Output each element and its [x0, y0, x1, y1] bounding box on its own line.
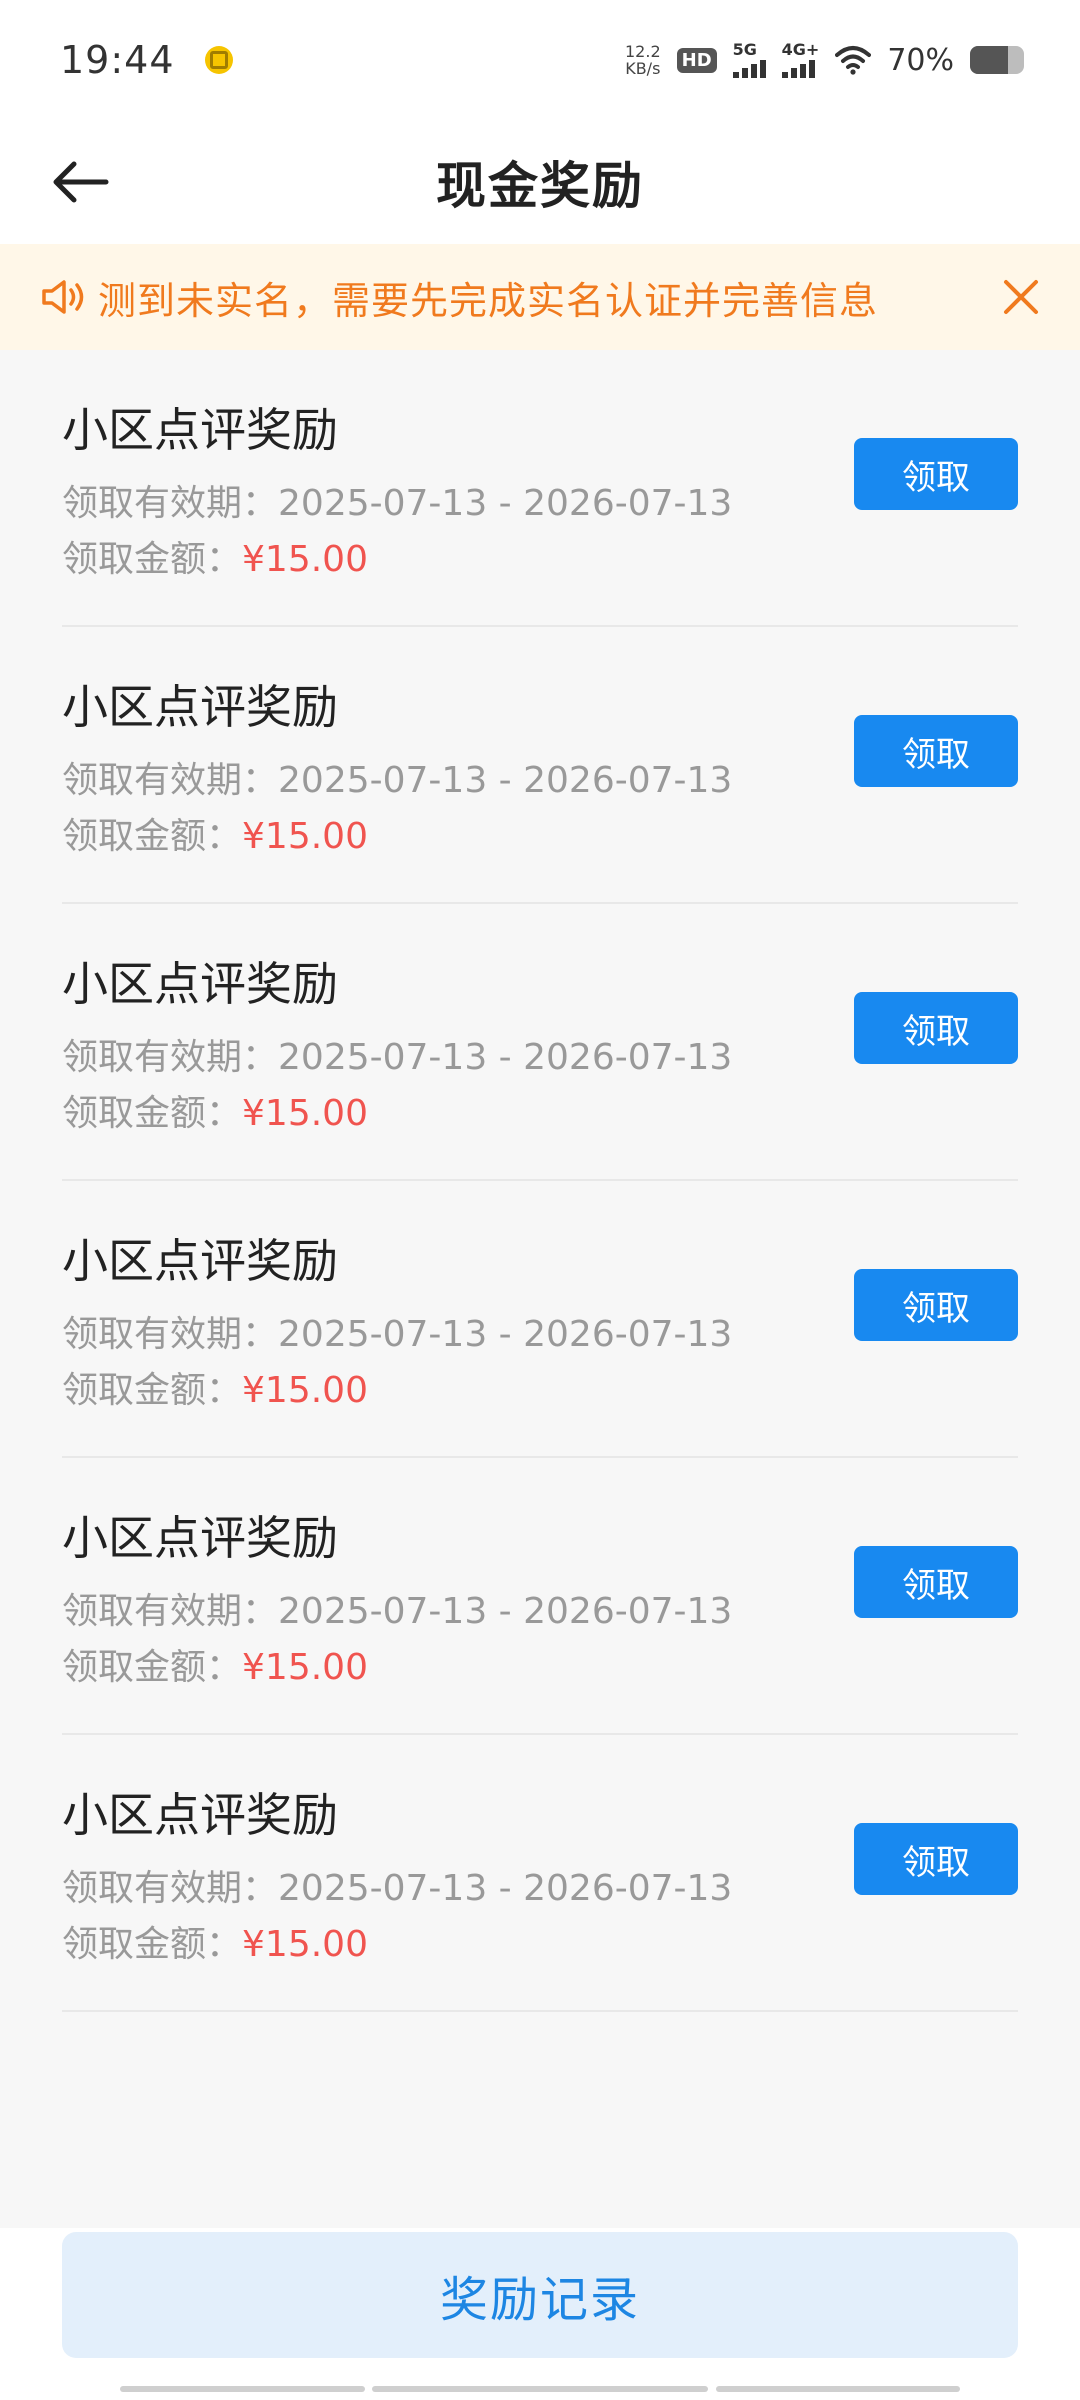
reward-period: 领取有效期：2025-07-13 - 2026-07-13	[62, 751, 732, 803]
battery-level-fill	[970, 46, 1008, 74]
claim-button[interactable]: 领取	[854, 715, 1018, 787]
reward-period-value: 2025-07-13 - 2026-07-13	[278, 1868, 733, 1909]
reward-amount-value: ¥15.00	[242, 1370, 368, 1411]
network-speed: 12.2 KB/s	[625, 43, 661, 77]
notice-close-button[interactable]	[996, 272, 1046, 322]
page-title: 现金奖励	[436, 157, 644, 215]
battery-icon	[970, 46, 1024, 74]
reward-amount-row: 领取金额：¥15.00	[62, 1361, 368, 1413]
reward-amount-label: 领取金额：	[62, 1370, 243, 1411]
reward-amount-value: ¥15.00	[242, 816, 368, 857]
reward-period-value: 2025-07-13 - 2026-07-13	[278, 1314, 733, 1355]
close-icon	[1004, 280, 1038, 314]
network-speed-unit: KB/s	[625, 59, 661, 78]
app-header: 现金奖励	[0, 120, 1080, 244]
notice-text: 测到未实名，需要先完成实名认证并完善信息	[98, 278, 879, 323]
reward-period: 领取有效期：2025-07-13 - 2026-07-13	[62, 1582, 732, 1634]
nav-hint-bar-center	[372, 2386, 708, 2392]
reward-amount-value: ¥15.00	[242, 1093, 368, 1134]
reward-item: 小区点评奖励 领取有效期：2025-07-13 - 2026-07-13 领取金…	[62, 1181, 1018, 1458]
status-time: 19:44	[60, 38, 175, 82]
reward-amount-row: 领取金额：¥15.00	[62, 530, 368, 582]
reward-title: 小区点评奖励	[62, 1788, 338, 1842]
nav-hint-bar-left	[120, 2386, 365, 2392]
claim-button[interactable]: 领取	[854, 1823, 1018, 1895]
reward-amount-row: 领取金额：¥15.00	[62, 1638, 368, 1690]
claim-button[interactable]: 领取	[854, 992, 1018, 1064]
reward-period-label: 领取有效期：	[62, 1314, 279, 1355]
back-button[interactable]	[40, 142, 120, 222]
nav-hint-bar-right	[716, 2386, 960, 2392]
status-bar: 19:44 12.2 KB/s HD 5G 4G+ 70%	[0, 0, 1080, 120]
wifi-icon	[835, 46, 872, 75]
reward-title: 小区点评奖励	[62, 403, 338, 457]
reward-amount-row: 领取金额：¥15.00	[62, 807, 368, 859]
sim2-network-label: 4G+	[781, 40, 820, 59]
reward-period-label: 领取有效期：	[62, 760, 279, 801]
reward-period: 领取有效期：2025-07-13 - 2026-07-13	[62, 1859, 732, 1911]
network-speed-value: 12.2	[625, 42, 661, 61]
reward-title: 小区点评奖励	[62, 1511, 338, 1565]
status-indicators: 12.2 KB/s HD 5G 4G+ 70%	[625, 42, 1024, 78]
reward-title: 小区点评奖励	[62, 680, 338, 734]
reward-item: 小区点评奖励 领取有效期：2025-07-13 - 2026-07-13 领取金…	[62, 350, 1018, 627]
reward-period-value: 2025-07-13 - 2026-07-13	[278, 1591, 733, 1632]
reward-amount-row: 领取金额：¥15.00	[62, 1915, 368, 1967]
reward-period-label: 领取有效期：	[62, 1591, 279, 1632]
claim-button[interactable]: 领取	[854, 1546, 1018, 1618]
speaker-icon	[42, 280, 84, 314]
verification-notice[interactable]: 测到未实名，需要先完成实名认证并完善信息	[0, 244, 1080, 350]
hd-icon: HD	[676, 47, 717, 73]
reward-period-label: 领取有效期：	[62, 483, 279, 524]
reward-amount-value: ¥15.00	[242, 539, 368, 580]
reward-amount-row: 领取金额：¥15.00	[62, 1084, 368, 1136]
arrow-left-icon	[53, 161, 109, 203]
reward-amount-value: ¥15.00	[242, 1924, 368, 1965]
reward-records-button[interactable]: 奖励记录	[62, 2232, 1018, 2358]
reward-item: 小区点评奖励 领取有效期：2025-07-13 - 2026-07-13 领取金…	[62, 904, 1018, 1181]
reward-period-value: 2025-07-13 - 2026-07-13	[278, 1037, 733, 1078]
reward-period-label: 领取有效期：	[62, 1868, 279, 1909]
sim1-signal-icon: 5G	[732, 40, 766, 78]
claim-button[interactable]: 领取	[854, 1269, 1018, 1341]
sim2-signal-icon: 4G+	[781, 40, 820, 78]
reward-list: 小区点评奖励 领取有效期：2025-07-13 - 2026-07-13 领取金…	[0, 350, 1080, 2012]
reward-title: 小区点评奖励	[62, 1234, 338, 1288]
app-notification-icon	[204, 46, 233, 74]
reward-period-value: 2025-07-13 - 2026-07-13	[278, 760, 733, 801]
reward-period-value: 2025-07-13 - 2026-07-13	[278, 483, 733, 524]
reward-amount-label: 领取金额：	[62, 539, 243, 580]
reward-period: 领取有效期：2025-07-13 - 2026-07-13	[62, 474, 732, 526]
reward-amount-label: 领取金额：	[62, 816, 243, 857]
reward-title: 小区点评奖励	[62, 957, 338, 1011]
sim1-network-label: 5G	[732, 40, 757, 59]
reward-amount-label: 领取金额：	[62, 1647, 243, 1688]
reward-item: 小区点评奖励 领取有效期：2025-07-13 - 2026-07-13 领取金…	[62, 1458, 1018, 1735]
reward-period-label: 领取有效期：	[62, 1037, 279, 1078]
reward-amount-label: 领取金额：	[62, 1924, 243, 1965]
claim-button[interactable]: 领取	[854, 438, 1018, 510]
reward-item: 小区点评奖励 领取有效期：2025-07-13 - 2026-07-13 领取金…	[62, 1735, 1018, 2012]
reward-item: 小区点评奖励 领取有效期：2025-07-13 - 2026-07-13 领取金…	[62, 627, 1018, 904]
reward-period: 领取有效期：2025-07-13 - 2026-07-13	[62, 1028, 732, 1080]
reward-amount-value: ¥15.00	[242, 1647, 368, 1688]
battery-percent: 70%	[887, 42, 954, 78]
screen: 19:44 12.2 KB/s HD 5G 4G+ 70% 现金奖励 测到未实名…	[0, 0, 1080, 2400]
reward-period: 领取有效期：2025-07-13 - 2026-07-13	[62, 1305, 732, 1357]
reward-amount-label: 领取金额：	[62, 1093, 243, 1134]
